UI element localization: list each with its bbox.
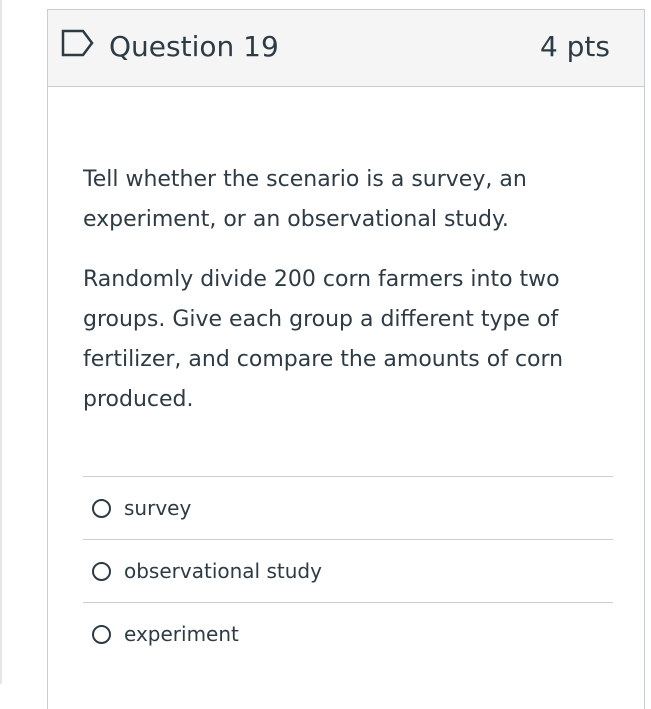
radio-button[interactable] — [92, 624, 111, 644]
flag-outline-icon[interactable] — [61, 29, 95, 57]
answer-label[interactable]: experiment — [124, 621, 239, 647]
question-prompt: Tell whether the scenario is a survey, a… — [83, 167, 527, 232]
answer-label[interactable]: observational study — [124, 558, 322, 584]
answer-option-experiment[interactable]: experiment — [83, 602, 613, 665]
question-scenario: Randomly divide 200 corn farmers into tw… — [83, 267, 564, 412]
question-title: Question 19 — [109, 30, 279, 63]
answer-label[interactable]: survey — [124, 495, 191, 521]
radio-button[interactable] — [92, 498, 111, 518]
answer-option-survey[interactable]: survey — [83, 476, 613, 539]
page-left-divider — [0, 0, 2, 684]
question-points: 4 pts — [539, 30, 610, 63]
answer-list: survey observational study experiment — [83, 476, 613, 665]
answer-option-observational-study[interactable]: observational study — [83, 539, 613, 602]
radio-button[interactable] — [92, 561, 111, 581]
question-card: Question 19 4 pts Tell whether the scena… — [47, 9, 645, 709]
question-body: Tell whether the scenario is a survey, a… — [83, 160, 598, 440]
question-header: Question 19 4 pts — [48, 10, 644, 87]
